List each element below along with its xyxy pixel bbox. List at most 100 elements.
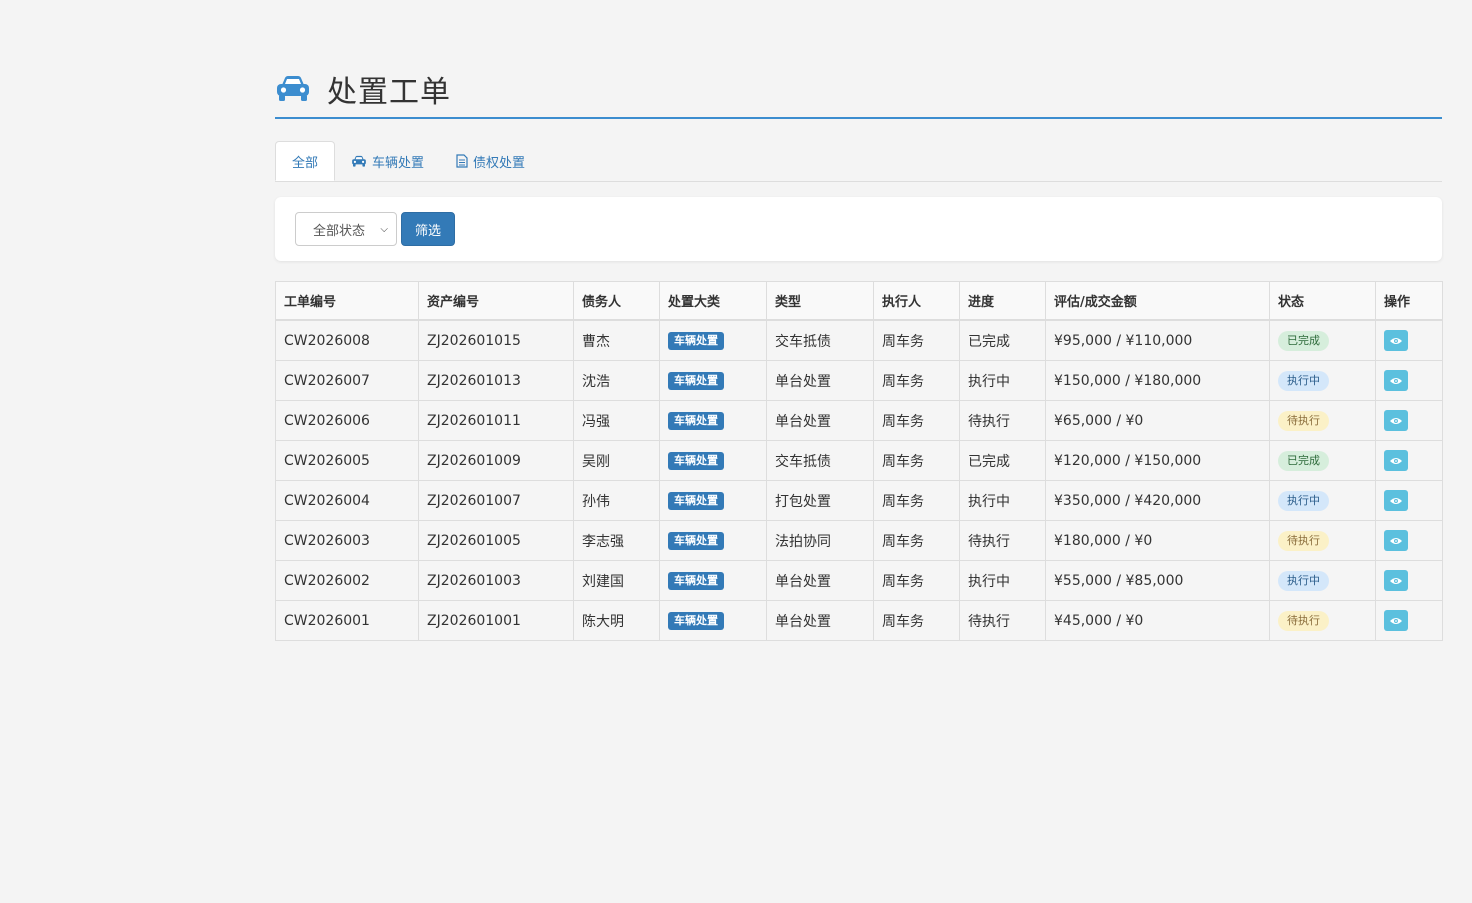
tab-vehicle-label: 车辆处置 [372,155,425,171]
amount: ¥350,000 / ¥420,000 [1045,480,1270,521]
tab-vehicle[interactable]: 车辆处置 [335,141,440,181]
action-cell [1375,319,1443,361]
amount: ¥180,000 / ¥0 [1045,520,1270,561]
col-header: 执行人 [873,281,960,321]
order-id: CW2026005 [275,440,419,481]
view-button[interactable] [1384,330,1408,351]
view-button[interactable] [1384,530,1408,551]
status-badge: 待执行 [1278,530,1329,551]
amount: ¥55,000 / ¥85,000 [1045,560,1270,601]
eye-icon [1390,617,1402,625]
progress: 执行中 [959,360,1046,401]
action-cell [1375,360,1443,401]
table-row: CW2026007 ZJ202601013 沈浩 车辆处置 单台处置 周车务 执行中 ¥150… [275,360,1443,401]
progress: 执行中 [959,560,1046,601]
category-cell: 车辆处置 [659,360,767,401]
tab-bar: 全部 车辆处置 债权处置 [275,141,1442,182]
amount: ¥65,000 / ¥0 [1045,400,1270,441]
car-icon [351,155,367,167]
order-id: CW2026008 [275,319,419,361]
debtor: 孙伟 [573,480,660,521]
amount: ¥150,000 / ¥180,000 [1045,360,1270,401]
col-header: 处置大类 [659,281,767,321]
status-select[interactable]: 全部状态 ⌵ [295,212,397,246]
status-cell: 执行中 [1269,480,1376,521]
category-label: 车辆处置 [668,491,724,510]
view-button[interactable] [1384,490,1408,511]
action-cell [1375,560,1443,601]
progress: 待执行 [959,520,1046,561]
view-button[interactable] [1384,610,1408,631]
tab-all[interactable]: 全部 [275,141,336,181]
debtor: 沈浩 [573,360,660,401]
eye-icon [1390,417,1402,425]
filter-button[interactable]: 筛选 [401,212,455,246]
amount: ¥45,000 / ¥0 [1045,600,1270,641]
asset-id: ZJ202601015 [418,319,574,361]
main-container: 处置工单 全部 车辆处置 债权处置 全部状态 ⌵ 筛选 工单编号 资产编号 债务… [275,60,1443,641]
status-badge: 待执行 [1278,610,1329,631]
disposal-type: 交车抵债 [766,440,874,481]
disposal-type: 打包处置 [766,480,874,521]
disposal-type: 单台处置 [766,600,874,641]
page-header: 处置工单 [275,60,1442,119]
disposal-type: 法拍协同 [766,520,874,561]
executor: 周车务 [873,440,960,481]
tab-debt-label: 债权处置 [473,155,526,171]
view-button[interactable] [1384,450,1408,471]
table-row: CW2026001 ZJ202601001 陈大明 车辆处置 单台处置 周车务 待执行 ¥45… [275,600,1443,641]
debtor: 冯强 [573,400,660,441]
view-button[interactable] [1384,370,1408,391]
progress: 已完成 [959,319,1046,361]
table-header-row: 工单编号 资产编号 债务人 处置大类 类型 执行人 进度 评估/成交金额 状态 … [275,281,1443,321]
status-cell: 执行中 [1269,560,1376,601]
action-cell [1375,440,1443,481]
col-header: 状态 [1269,281,1376,321]
page-title: 处置工单 [327,74,451,110]
category-label: 车辆处置 [668,611,724,630]
status-badge: 已完成 [1278,330,1329,351]
status-badge: 执行中 [1278,490,1329,511]
status-cell: 待执行 [1269,600,1376,641]
asset-id: ZJ202601011 [418,400,574,441]
executor: 周车务 [873,520,960,561]
progress: 待执行 [959,600,1046,641]
asset-id: ZJ202601003 [418,560,574,601]
work-order-table: 工单编号 资产编号 债务人 处置大类 类型 执行人 进度 评估/成交金额 状态 … [275,281,1443,641]
col-header: 进度 [959,281,1046,321]
disposal-type: 单台处置 [766,560,874,601]
disposal-type: 单台处置 [766,360,874,401]
executor: 周车务 [873,600,960,641]
col-header: 类型 [766,281,874,321]
status-cell: 已完成 [1269,319,1376,361]
category-cell: 车辆处置 [659,440,767,481]
category-label: 车辆处置 [668,331,724,350]
col-header: 资产编号 [418,281,574,321]
col-header: 操作 [1375,281,1443,321]
view-button[interactable] [1384,410,1408,431]
executor: 周车务 [873,319,960,361]
tab-debt[interactable]: 债权处置 [440,141,541,181]
status-select-value: 全部状态 [313,223,366,239]
executor: 周车务 [873,360,960,401]
status-badge: 执行中 [1278,570,1329,591]
asset-id: ZJ202601009 [418,440,574,481]
amount: ¥95,000 / ¥110,000 [1045,319,1270,361]
col-header: 工单编号 [275,281,419,321]
action-cell [1375,520,1443,561]
category-cell: 车辆处置 [659,520,767,561]
category-label: 车辆处置 [668,411,724,430]
col-header: 评估/成交金额 [1045,281,1270,321]
order-id: CW2026007 [275,360,419,401]
executor: 周车务 [873,400,960,441]
view-button[interactable] [1384,570,1408,591]
disposal-type: 交车抵债 [766,319,874,361]
action-cell [1375,600,1443,641]
table-row: CW2026008 ZJ202601015 曹杰 车辆处置 交车抵债 周车务 已完成 ¥95,… [275,319,1443,361]
status-badge: 待执行 [1278,410,1329,431]
status-cell: 待执行 [1269,400,1376,441]
eye-icon [1390,377,1402,385]
status-cell: 已完成 [1269,440,1376,481]
category-label: 车辆处置 [668,451,724,470]
status-badge: 执行中 [1278,370,1329,391]
